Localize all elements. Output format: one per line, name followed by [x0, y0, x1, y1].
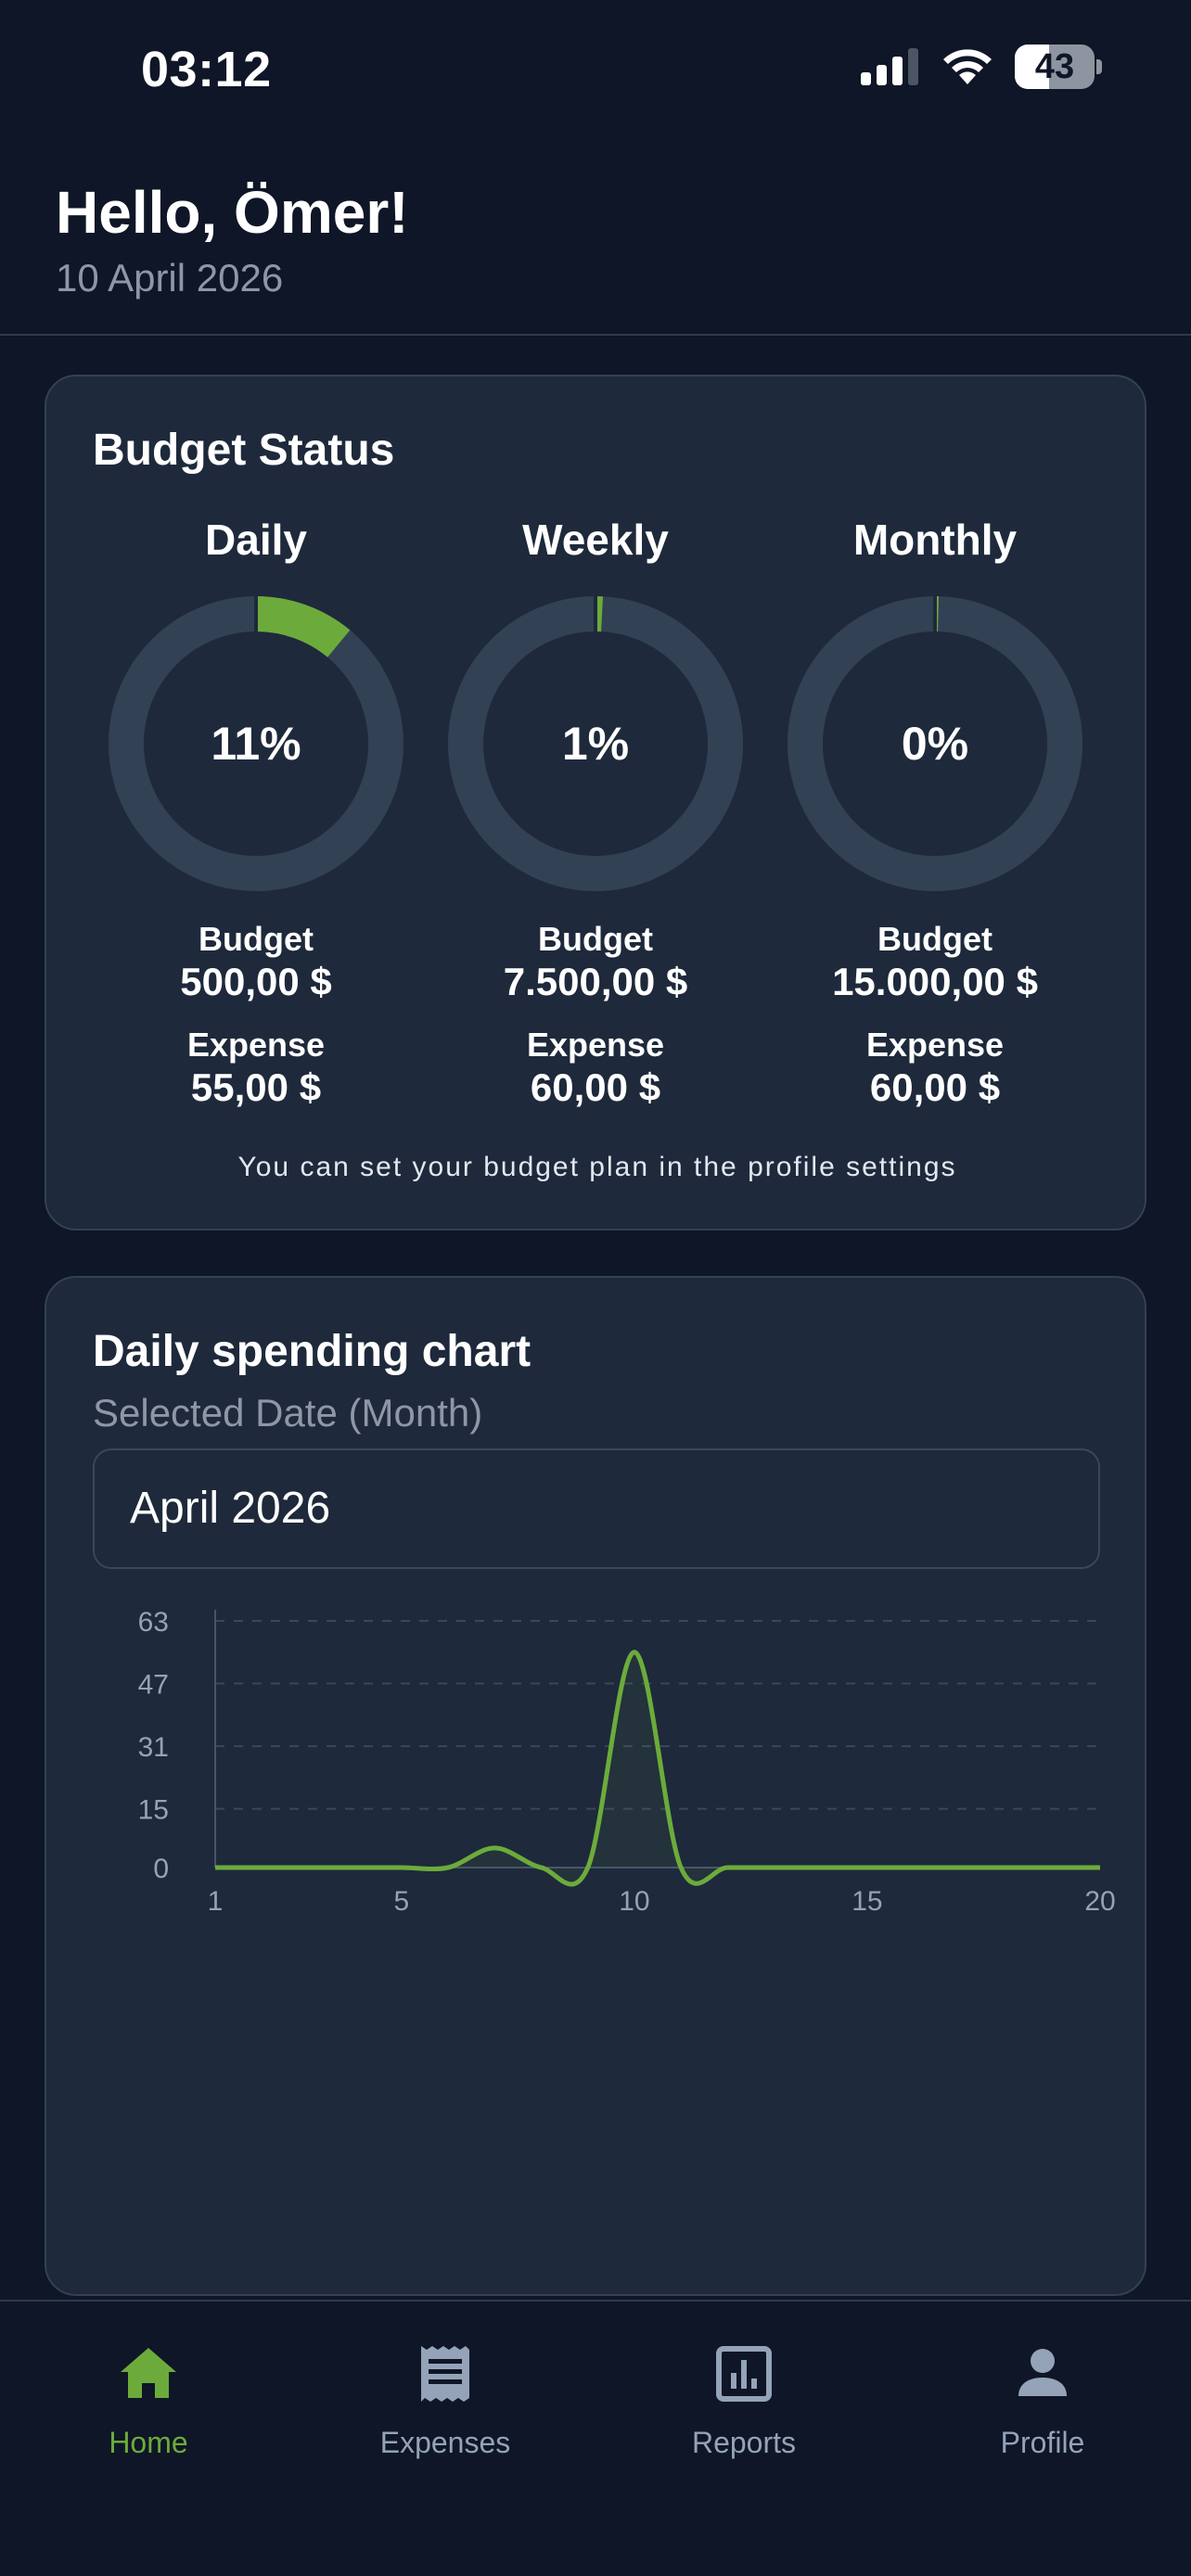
- nav-profile[interactable]: Profile: [941, 2342, 1145, 2460]
- nav-label: Reports: [691, 2426, 797, 2459]
- progress-percent: 11%: [211, 718, 301, 770]
- y-tick-label: 0: [153, 1854, 169, 1884]
- x-tick-label: 15: [852, 1886, 882, 1917]
- home-icon: [121, 2348, 176, 2398]
- nav-label: Expenses: [379, 2426, 511, 2459]
- expense-label: Expense: [526, 1026, 665, 1064]
- nav-label: Home: [109, 2426, 188, 2459]
- budget-weekly: Weekly 1% Budget 7.500,00 $ Expense 60,0…: [447, 512, 744, 1111]
- series-area: [215, 1651, 1100, 1885]
- current-date: 10 April 2026: [56, 256, 284, 300]
- wifi-icon: [943, 49, 992, 84]
- progress-ring: 1%: [447, 595, 744, 892]
- home-header: Hello, Ömer! 10 April 2026: [0, 139, 1191, 336]
- period-title: Daily: [205, 516, 307, 564]
- budget-label: Budget: [198, 920, 314, 958]
- progress-ring: 11%: [108, 595, 404, 892]
- bar-chart-icon: [716, 2346, 772, 2402]
- status-icons: 43: [861, 45, 1102, 89]
- expense-label: Expense: [186, 1026, 326, 1064]
- month-selector-label: Selected Date (Month): [93, 1391, 483, 1435]
- budget-status-card: Budget Status Daily 11% Budget 500,00 $ …: [45, 375, 1146, 1231]
- nav-reports[interactable]: Reports: [642, 2342, 846, 2460]
- receipt-icon: [421, 2346, 469, 2402]
- month-selector[interactable]: April 2026: [93, 1448, 1100, 1569]
- spending-line-chart: 0153147631 5 10 15 20: [138, 1607, 1116, 1917]
- budget-monthly: Monthly 0% Budget 15.000,00 $ Expense 60…: [787, 512, 1083, 1111]
- budget-label: Budget: [538, 920, 653, 958]
- nav-label: Profile: [1000, 2426, 1085, 2459]
- y-tick-label: 15: [138, 1795, 169, 1826]
- progress-ring: 0%: [787, 595, 1083, 892]
- expense-value: 60,00 $: [869, 1065, 1001, 1109]
- x-tick-label: 20: [1084, 1886, 1115, 1917]
- budget-label: Budget: [877, 920, 992, 958]
- x-tick-label: 1: [208, 1886, 224, 1917]
- progress-percent: 1%: [561, 718, 630, 770]
- battery-level: 43: [1034, 47, 1075, 86]
- period-title: Weekly: [522, 516, 669, 564]
- bottom-tab-bar: Home Expenses Reports Profile: [0, 2300, 1191, 2576]
- nav-home[interactable]: Home: [46, 2342, 250, 2460]
- y-tick-label: 47: [138, 1670, 169, 1701]
- expense-label: Expense: [865, 1026, 1005, 1064]
- expense-value: 60,00 $: [530, 1065, 661, 1109]
- period-title: Monthly: [852, 516, 1018, 564]
- budget-value: 7.500,00 $: [503, 960, 688, 1003]
- battery-indicator: 43: [1015, 45, 1102, 89]
- x-tick-label: 10: [619, 1886, 649, 1917]
- budget-settings-hint: You can set your budget plan in the prof…: [237, 1152, 957, 1182]
- selected-month: April 2026: [130, 1484, 331, 1533]
- daily-spending-card: Daily spending chart Selected Date (Mont…: [45, 1276, 1146, 2296]
- cellular-signal-icon: [861, 48, 918, 85]
- nav-expenses[interactable]: Expenses: [343, 2342, 547, 2460]
- y-tick-label: 31: [138, 1732, 169, 1763]
- progress-percent: 0%: [901, 718, 969, 770]
- battery-cap: [1096, 59, 1102, 74]
- greeting-title: Hello, Ömer!: [56, 179, 409, 246]
- app-screen: 03:12 43 Hello, Ömer! 10 April 2026 Budg…: [0, 0, 1191, 2576]
- chart-card-title: Daily spending chart: [93, 1327, 531, 1376]
- status-time: 03:12: [141, 42, 272, 97]
- person-icon: [1018, 2349, 1067, 2396]
- y-tick-label: 63: [138, 1607, 169, 1638]
- budget-status-title: Budget Status: [93, 426, 395, 475]
- x-tick-label: 5: [393, 1886, 409, 1917]
- budget-value: 500,00 $: [180, 960, 332, 1003]
- budget-value: 15.000,00 $: [832, 960, 1038, 1003]
- expense-value: 55,00 $: [190, 1065, 322, 1109]
- budget-daily: Daily 11% Budget 500,00 $ Expense 55,00 …: [108, 512, 404, 1111]
- status-bar: 03:12 43: [0, 0, 1191, 139]
